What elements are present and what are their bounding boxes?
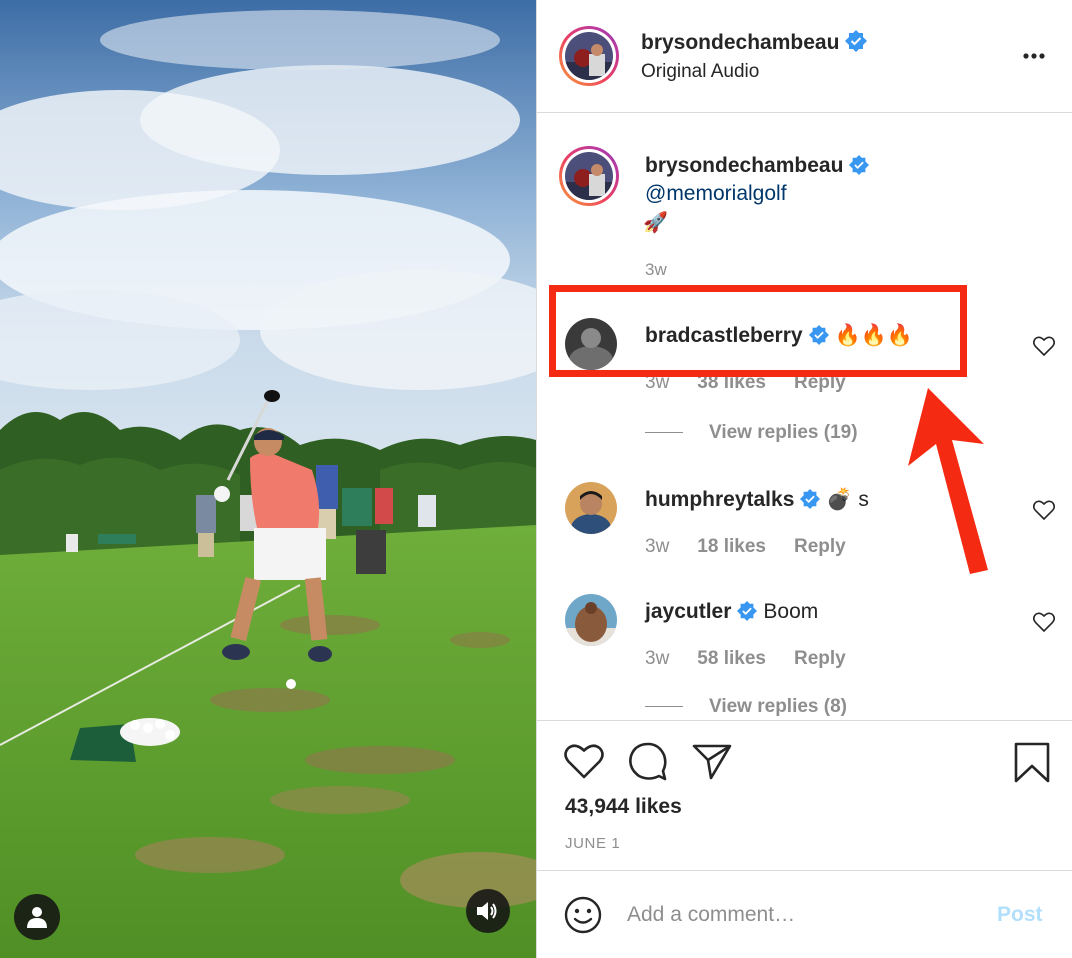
add-comment-bar: Post (537, 870, 1072, 958)
comment-input[interactable] (627, 895, 967, 935)
emoji-picker-button[interactable] (563, 895, 603, 935)
post-comment-button[interactable]: Post (997, 903, 1043, 927)
red-arrow-annotation (908, 388, 988, 574)
view-replies-button[interactable]: View replies (8) (645, 696, 847, 718)
save-button[interactable] (1011, 741, 1053, 783)
post-actions: 43,944 likes JUNE 1 (537, 720, 1072, 870)
comments-list[interactable]: brysondechambeau @memorialgolf 🚀 3w brad… (537, 114, 1072, 720)
comment-like-button[interactable] (1032, 336, 1056, 357)
like-button[interactable] (563, 741, 605, 783)
mute-toggle-button[interactable] (466, 889, 510, 933)
comment-timestamp[interactable]: 3w (645, 536, 669, 557)
likes-count[interactable]: 43,944 likes (565, 795, 682, 819)
tag-people-button[interactable] (14, 894, 60, 940)
post-media[interactable] (0, 0, 536, 958)
caption-avatar[interactable] (559, 146, 619, 206)
heart-icon (1032, 612, 1056, 633)
comment-likes-count[interactable]: 18 likes (697, 536, 766, 557)
heart-icon (564, 744, 604, 779)
share-button[interactable] (691, 741, 733, 783)
caption-username[interactable]: brysondechambeau (645, 154, 870, 178)
golf-swing-photo (0, 0, 536, 958)
comment-meta: 3w 18 likes Reply (645, 536, 874, 558)
replies-divider (645, 432, 683, 434)
author-avatar[interactable] (559, 26, 619, 86)
person-icon (27, 907, 47, 928)
caption-timestamp[interactable]: 3w (645, 260, 667, 280)
comment-text: Boom (763, 600, 819, 623)
commenter-username[interactable]: jaycutler (645, 600, 731, 623)
comment-timestamp[interactable]: 3w (645, 648, 669, 669)
post-header: brysondechambeau Original Audio (537, 0, 1072, 113)
original-audio-link[interactable]: Original Audio (641, 61, 759, 83)
commenter-avatar[interactable] (565, 482, 617, 534)
post-date[interactable]: JUNE 1 (565, 835, 620, 852)
speaker-icon (477, 902, 497, 920)
smiley-icon (564, 896, 602, 934)
comment-meta: 3w 58 likes Reply (645, 648, 874, 670)
reply-button[interactable]: Reply (794, 536, 846, 557)
comment-button[interactable] (627, 741, 669, 783)
more-dots-icon (1023, 53, 1045, 59)
commenter-avatar[interactable] (565, 594, 617, 646)
comment-text: 💣 s (826, 488, 869, 511)
paper-plane-icon (692, 744, 732, 780)
author-username-text[interactable]: brysondechambeau (641, 31, 839, 54)
bookmark-icon (1014, 742, 1050, 783)
highlight-annotation-box (549, 285, 967, 377)
heart-icon (1032, 336, 1056, 357)
more-options-button[interactable] (1021, 44, 1051, 68)
verified-badge-icon (849, 155, 870, 175)
caption-avatar-image (565, 152, 613, 200)
verified-badge-icon (800, 489, 821, 509)
verified-badge-icon (737, 601, 758, 621)
comment-like-button[interactable] (1032, 500, 1056, 521)
caption-mention-link[interactable]: @memorialgolf (645, 182, 787, 206)
author-username[interactable]: brysondechambeau (641, 30, 868, 55)
comment-line: jaycutler Boom (645, 600, 818, 624)
replies-divider (645, 706, 683, 708)
reply-button[interactable]: Reply (794, 648, 846, 669)
verified-badge-icon (845, 30, 868, 52)
author-avatar-image (565, 32, 613, 80)
view-replies-button[interactable]: View replies (19) (645, 422, 858, 444)
view-replies-label[interactable]: View replies (19) (709, 422, 858, 443)
heart-icon (1032, 500, 1056, 521)
comment-bubble-icon (629, 742, 667, 781)
caption-emoji: 🚀 (643, 212, 668, 234)
post-sidebar: brysondechambeau Original Audio brysonde… (536, 0, 1072, 958)
commenter-avatar-image (565, 482, 617, 534)
commenter-username[interactable]: humphreytalks (645, 488, 794, 511)
comment-likes-count[interactable]: 58 likes (697, 648, 766, 669)
view-replies-label[interactable]: View replies (8) (709, 696, 847, 717)
caption-username-text[interactable]: brysondechambeau (645, 154, 843, 177)
commenter-avatar-image (565, 594, 617, 646)
comment-line: humphreytalks 💣 s (645, 488, 869, 512)
comment-like-button[interactable] (1032, 612, 1056, 633)
